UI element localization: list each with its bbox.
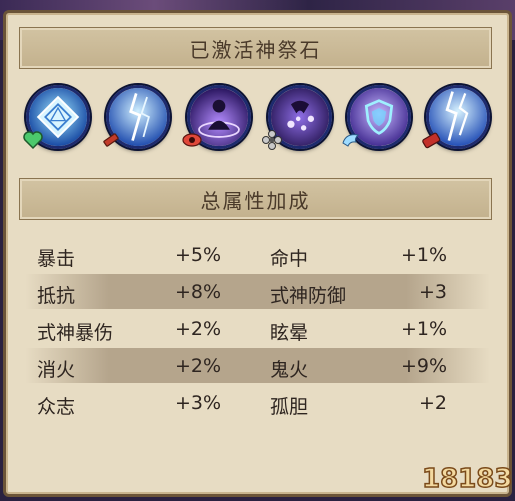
- heart-badge-icon: [22, 129, 44, 151]
- stat-table: 暴击 +5% 命中 +1% 抵抗 +8% 式神防御 +3 式神暴伤 +2% 眩晕…: [25, 237, 490, 422]
- stat-label: 抵抗: [37, 285, 76, 307]
- stat-value: +3%: [175, 392, 222, 414]
- stat-value: +8%: [175, 281, 222, 303]
- stat-value: +5%: [175, 244, 222, 266]
- activated-stones-title: 已激活神祭石: [189, 37, 322, 62]
- total-bonus-header: 总属性加成: [19, 178, 492, 220]
- stat-value: +2%: [175, 318, 222, 340]
- stat-label: 命中: [270, 248, 309, 270]
- stat-value: +1%: [400, 318, 447, 340]
- wing-badge-icon: [340, 129, 362, 151]
- stat-label: 消火: [37, 359, 76, 381]
- flower-badge-icon: [261, 129, 283, 151]
- stone-icon-row: [20, 85, 495, 155]
- stat-value: +9%: [400, 355, 447, 377]
- stat-label: 式神暴伤: [37, 322, 114, 344]
- stat-row: 消火 +2% 鬼火 +9%: [25, 348, 490, 383]
- stat-label: 众志: [37, 396, 76, 418]
- sword-badge-icon: [100, 129, 122, 151]
- stat-row: 式神暴伤 +2% 眩晕 +1%: [25, 311, 490, 346]
- watermark-text: 18183: [422, 464, 512, 494]
- stat-label: 眩晕: [270, 322, 309, 344]
- site-watermark-logo: 18183: [418, 455, 513, 497]
- eye-badge-icon: [181, 129, 203, 151]
- activated-stones-header: 已激活神祭石: [19, 27, 492, 69]
- stat-row: 暴击 +5% 命中 +1%: [25, 237, 490, 272]
- stat-label: 暴击: [37, 248, 76, 270]
- total-bonus-title: 总属性加成: [200, 188, 311, 213]
- stat-value: +3: [418, 281, 447, 303]
- stat-value: +2: [418, 392, 447, 414]
- stat-label: 鬼火: [270, 359, 309, 381]
- stat-label: 孤胆: [270, 396, 309, 418]
- drum-badge-icon: [420, 129, 442, 151]
- stat-value: +2%: [175, 355, 222, 377]
- stat-row: 众志 +3% 孤胆 +2: [25, 385, 490, 420]
- stat-row: 抵抗 +8% 式神防御 +3: [25, 274, 490, 309]
- stat-label: 式神防御: [270, 285, 347, 307]
- stat-value: +1%: [400, 244, 447, 266]
